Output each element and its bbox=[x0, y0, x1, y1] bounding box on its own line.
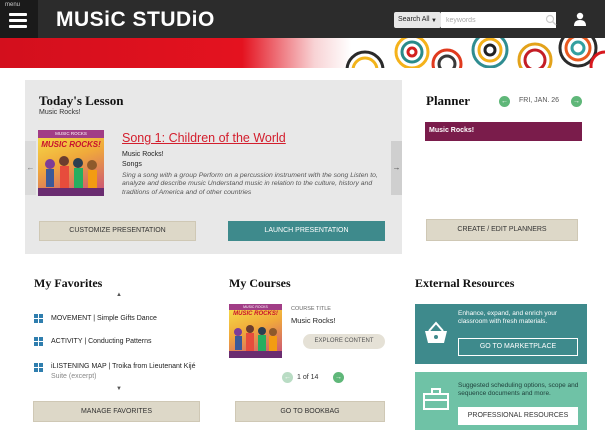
carousel-next-button[interactable]: → bbox=[391, 141, 402, 195]
menu-button[interactable]: menu bbox=[0, 0, 38, 38]
pattern-decoration bbox=[345, 38, 605, 68]
pager-total: 14 bbox=[310, 374, 319, 381]
app-frame: menu MUSiC STUDiO Search All ▼ keywords … bbox=[0, 0, 605, 436]
briefcase-icon bbox=[423, 388, 449, 410]
favorite-item-subtitle: Suite (excerpt) bbox=[51, 373, 97, 380]
launch-presentation-button[interactable]: LAUNCH PRESENTATION bbox=[228, 221, 385, 241]
cover-illustration bbox=[229, 325, 282, 358]
app-logo[interactable]: MUSiC STUDiO bbox=[56, 8, 215, 32]
course-title-label: COURSE TITLE bbox=[291, 306, 331, 312]
customize-presentation-button[interactable]: CUSTOMIZE PRESENTATION bbox=[39, 221, 196, 241]
hamburger-icon-bar bbox=[9, 19, 27, 22]
professional-resources-card: Suggested scheduling options, scope and … bbox=[415, 372, 587, 430]
lesson-song-link[interactable]: Song 1: Children of the World bbox=[122, 131, 286, 145]
search-scope-select[interactable]: Search All ▼ bbox=[394, 12, 441, 28]
lesson-category: Songs bbox=[122, 161, 142, 168]
lesson-description: Sing a song with a group Perform on a pe… bbox=[122, 172, 378, 196]
favorite-item[interactable]: MOVEMENT | Simple Gifts Dance bbox=[51, 315, 157, 322]
chevron-left-icon: ← bbox=[26, 163, 35, 172]
manage-favorites-button[interactable]: MANAGE FAVORITES bbox=[33, 401, 200, 422]
courses-pager: 1 of 14 bbox=[297, 374, 318, 381]
cover-illustration bbox=[38, 156, 104, 196]
course-name: Music Rocks! bbox=[291, 316, 336, 325]
decorative-banner bbox=[0, 38, 605, 68]
hamburger-icon bbox=[9, 13, 27, 16]
planner-prev-button[interactable]: ← bbox=[499, 96, 510, 107]
my-favorites-title: My Favorites bbox=[34, 276, 103, 290]
grid-icon bbox=[34, 363, 43, 372]
grid-icon bbox=[34, 337, 43, 346]
external-resources-title: External Resources bbox=[415, 276, 515, 290]
courses-prev-button[interactable]: ← bbox=[282, 372, 293, 383]
chevron-right-icon: → bbox=[392, 163, 401, 172]
go-to-marketplace-button[interactable]: GO TO MARKETPLACE bbox=[458, 338, 578, 356]
todays-lesson-title: Today's Lesson bbox=[39, 93, 124, 108]
hamburger-icon-bar bbox=[9, 25, 27, 28]
menu-label: menu bbox=[5, 2, 21, 8]
favorite-item[interactable]: ACTIVITY | Conducting Patterns bbox=[51, 338, 152, 345]
arrow-left-icon: ← bbox=[284, 374, 291, 381]
planner-next-button[interactable]: → bbox=[571, 96, 582, 107]
arrow-right-icon: → bbox=[573, 98, 580, 105]
planner-date: FRI, JAN. 26 bbox=[519, 97, 560, 104]
professional-resources-button[interactable]: PROFESSIONAL RESOURCES bbox=[458, 407, 578, 425]
my-courses-title: My Courses bbox=[229, 276, 291, 290]
course-book-cover[interactable]: MUSIC ROCKS MUSIC ROCKS! bbox=[229, 304, 282, 358]
search-icon[interactable] bbox=[545, 14, 557, 26]
basket-icon bbox=[425, 321, 447, 343]
pager-of: of bbox=[302, 374, 309, 381]
professional-resources-description: Suggested scheduling options, scope and … bbox=[458, 382, 579, 397]
top-bar: menu MUSiC STUDiO Search All ▼ bbox=[0, 0, 605, 38]
lesson-book-name: Music Rocks! bbox=[122, 151, 164, 158]
create-edit-planners-button[interactable]: CREATE / EDIT PLANNERS bbox=[426, 219, 578, 241]
caret-down-icon: ▼ bbox=[431, 18, 437, 24]
todays-lesson-subtitle: Music Rocks! bbox=[39, 109, 81, 116]
courses-next-button[interactable]: → bbox=[333, 372, 344, 383]
search-input[interactable] bbox=[441, 12, 556, 28]
scroll-up-icon[interactable]: ▲ bbox=[116, 292, 122, 298]
arrow-right-icon: → bbox=[335, 374, 342, 381]
carousel-prev-button[interactable]: ← bbox=[25, 141, 36, 195]
marketplace-card: Enhance, expand, and enrich your classro… bbox=[415, 304, 587, 364]
planner-entry[interactable]: Music Rocks! bbox=[425, 122, 582, 141]
marketplace-description: Enhance, expand, and enrich your classro… bbox=[458, 310, 558, 325]
planner-title: Planner bbox=[426, 93, 471, 108]
lesson-book-cover[interactable]: MUSIC ROCKS MUSIC ROCKS! bbox=[38, 130, 104, 196]
search-scope-label: Search All bbox=[398, 16, 430, 23]
favorite-item[interactable]: iLISTENING MAP | Troika from Lieutenant … bbox=[51, 363, 195, 370]
scroll-down-icon[interactable]: ▼ bbox=[116, 386, 122, 392]
explore-content-button[interactable]: EXPLORE CONTENT bbox=[303, 334, 385, 349]
arrow-left-icon: ← bbox=[501, 98, 508, 105]
user-icon[interactable] bbox=[572, 11, 588, 27]
pager-current: 1 bbox=[297, 374, 301, 381]
go-to-bookbag-button[interactable]: GO TO BOOKBAG bbox=[235, 401, 385, 422]
grid-icon bbox=[34, 314, 43, 323]
